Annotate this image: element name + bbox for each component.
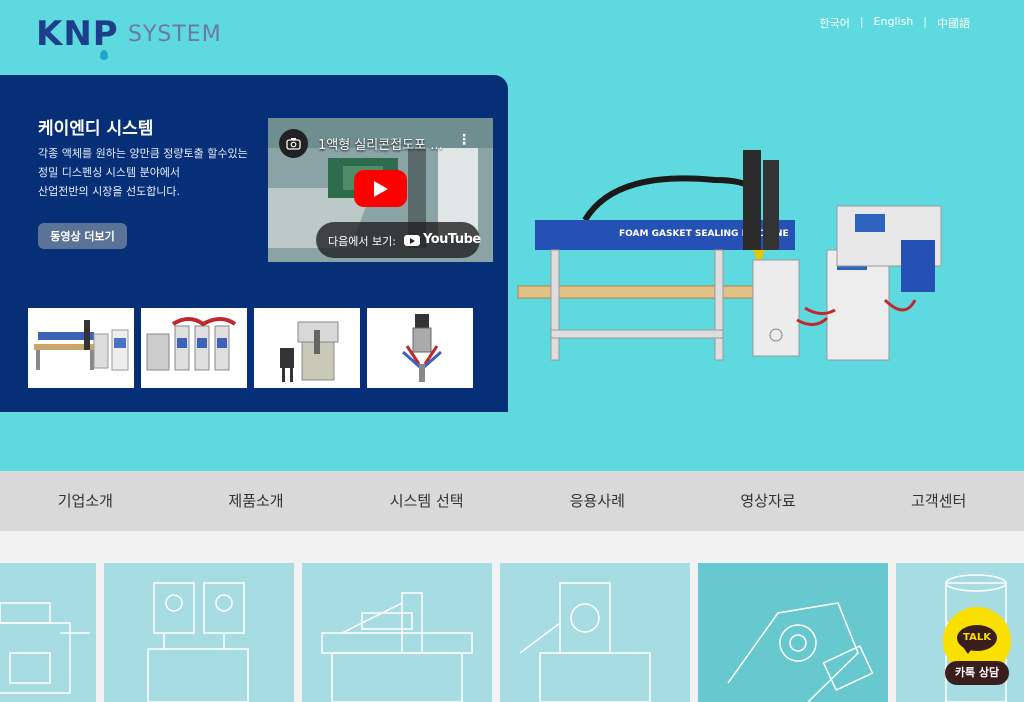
kakao-chat-label: 카톡 상담 [945,661,1009,685]
watch-on-label: 다음에서 보기: [328,235,396,248]
intro-line: 정밀 디스펜싱 시스템 분야에서 [38,166,181,179]
machine-sketch-image [0,602,90,694]
product-card-strip [0,563,1024,702]
product-thumbnails [28,308,473,388]
intro-line: 각종 액체를 원하는 양만큼 정량토출 할수있는 [38,147,248,160]
lang-english[interactable]: English [874,15,914,31]
intro-title: 케이엔디 시스템 [38,119,154,139]
logo-brand: KNP [36,14,119,54]
nav-customer-center[interactable]: 고객센터 [853,471,1024,531]
product-card[interactable] [302,563,492,702]
youtube-video-embed[interactable]: 1액형 실리콘접도포 ... ⋮ 다음에서 보기: YouTube [268,118,493,262]
lang-korean[interactable]: 한국어 [819,15,849,31]
lang-separator: | [859,15,864,28]
robot-cell-image [280,321,339,382]
product-thumbnail[interactable] [141,308,247,388]
play-icon [374,181,388,197]
machine-sketch-image [147,582,249,702]
product-thumbnail[interactable] [367,308,473,388]
machine-sketch-image [727,602,874,702]
machine-sketch-image [321,592,473,702]
language-selector: 한국어 | English | 中國語 [819,15,970,31]
youtube-wordmark: YouTube [423,232,481,247]
machine-sketch-image [519,582,651,702]
lang-separator: | [923,15,927,28]
dispense-valve-image [402,314,442,382]
gantry-machine-image [34,320,129,371]
hero-section: KNP SYSTEM 한국어 | English | 中國語 케이엔디 시스템 … [0,0,1024,471]
logo-suffix: SYSTEM [128,22,222,47]
intro-description: 각종 액체를 원하는 양만큼 정량토출 할수있는 정밀 디스펜싱 시스템 분야에… [38,144,258,201]
more-videos-button[interactable]: 동영상 더보기 [38,223,127,249]
nav-company[interactable]: 기업소개 [0,471,171,531]
nav-applications[interactable]: 응용사례 [512,471,683,531]
logo-drop-icon [100,50,108,60]
more-options-icon[interactable]: ⋮ [457,132,471,148]
product-card[interactable] [104,563,294,702]
nav-products[interactable]: 제품소개 [171,471,342,531]
kakao-chat-button[interactable]: TALK 카톡 상담 [943,607,1011,687]
intro-line: 산업전반의 시장을 선도합니다. [38,185,181,198]
gasket-machine-image: FOAM GASKET SEALING MACHINE [517,150,942,361]
product-thumbnail[interactable] [28,308,134,388]
nav-videos[interactable]: 영상자료 [683,471,854,531]
product-card[interactable] [500,563,690,702]
watch-on-youtube-button[interactable]: 다음에서 보기: YouTube [316,222,481,258]
nav-system-selection[interactable]: 시스템 선택 [341,471,512,531]
main-navigation: 기업소개 제품소개 시스템 선택 응용사례 영상자료 고객센터 [0,471,1024,531]
channel-avatar[interactable] [279,129,308,158]
dispensing-unit-image [146,317,237,371]
lang-chinese[interactable]: 中國語 [937,15,970,31]
product-card[interactable] [0,563,96,702]
product-thumbnail[interactable] [254,308,360,388]
video-title[interactable]: 1액형 실리콘접도포 ... [318,134,443,153]
youtube-logo-icon [404,235,420,246]
kakao-bubble-tail [963,647,973,654]
play-button[interactable] [354,170,407,207]
product-card[interactable] [698,563,888,702]
intro-panel: 케이엔디 시스템 각종 액체를 원하는 양만큼 정량토출 할수있는 정밀 디스펜… [0,75,508,412]
camera-icon [286,138,301,150]
